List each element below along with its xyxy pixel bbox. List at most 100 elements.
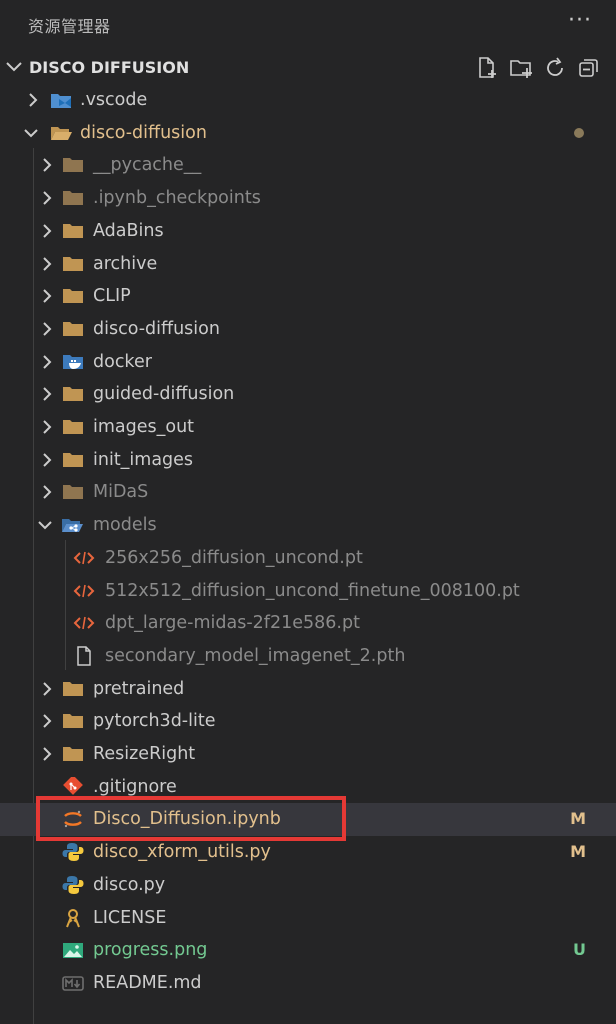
folder-icon (62, 744, 84, 764)
tree-item-label: disco_xform_utils.py (93, 842, 271, 863)
new-folder-button[interactable] (508, 54, 534, 82)
tree-item-vscode-folder[interactable]: .vscode (0, 84, 616, 117)
tree-item-ipynb-checkpoints-folder[interactable]: .ipynb_checkpoints (0, 182, 616, 215)
folder-icon (62, 286, 84, 306)
folder-icon (62, 679, 84, 699)
new-folder-icon (510, 60, 532, 78)
tree-item-label: .vscode (80, 90, 148, 110)
tree-item-label: models (93, 515, 157, 536)
tree-item-model-file[interactable]: 256x256_diffusion_uncond.pt (0, 542, 616, 575)
tree-item-disco-diffusion-folder[interactable]: disco-diffusion (0, 313, 616, 346)
tree-item-label: dpt_large-midas-2f21e586.pt (105, 613, 360, 634)
license-icon (62, 908, 84, 928)
tree-item-disco-diffusion-root[interactable]: disco-diffusion (0, 117, 616, 150)
tree-item-label: pytorch3d-lite (93, 711, 216, 732)
chevron-right-icon (38, 352, 56, 372)
git-icon (62, 774, 84, 797)
tree-item-resizeright-folder[interactable]: ResizeRight (0, 738, 616, 771)
tree-item-midas-folder[interactable]: MiDaS (0, 476, 616, 509)
markdown-icon (62, 973, 84, 993)
tree-item-label: disco-diffusion (93, 318, 220, 339)
more-actions-button[interactable]: ··· (568, 8, 592, 33)
tree-item-pretrained-folder[interactable]: pretrained (0, 673, 616, 706)
python-icon (62, 875, 84, 895)
new-file-button[interactable] (474, 54, 500, 82)
tree-item-label: progress.png (93, 940, 208, 961)
tree-item-notebook-file[interactable]: Disco_Diffusion.ipynb M (0, 803, 616, 837)
folder-icon (62, 188, 84, 208)
tree-item-label: archive (93, 253, 158, 274)
tree-item-image-file[interactable]: progress.png U (0, 934, 616, 967)
tree-item-model-file[interactable]: dpt_large-midas-2f21e586.pt (0, 607, 616, 640)
chevron-down-icon (4, 55, 24, 79)
explorer-title: 资源管理器 (28, 17, 111, 36)
tree-item-pytorch3d-lite-folder[interactable]: pytorch3d-lite (0, 705, 616, 738)
git-status-badge: U (573, 940, 586, 960)
chevron-right-icon (38, 221, 56, 241)
tree-item-gitignore-file[interactable]: .gitignore (0, 771, 616, 804)
folder-icon (62, 155, 84, 175)
tree-item-label: guided-diffusion (93, 384, 235, 405)
jupyter-icon (62, 809, 84, 829)
tree-item-guided-diffusion-folder[interactable]: guided-diffusion (0, 378, 616, 411)
chevron-right-icon (38, 744, 56, 764)
tree-item-label: pretrained (93, 678, 185, 699)
chevron-right-icon (38, 286, 56, 306)
new-file-icon (479, 57, 496, 78)
refresh-icon (547, 57, 563, 76)
workspace-section-header[interactable]: DISCO DIFFUSION (0, 51, 616, 83)
refresh-button[interactable] (542, 54, 568, 82)
tree-item-images-out-folder[interactable]: images_out (0, 411, 616, 444)
tree-item-docker-folder[interactable]: docker (0, 346, 616, 379)
chevron-right-icon (38, 254, 56, 274)
tree-item-markdown-file[interactable]: README.md (0, 967, 616, 1000)
folder-icon (62, 482, 84, 502)
tree-item-model-file[interactable]: secondary_model_imagenet_2.pth (0, 640, 616, 673)
tree-item-label: disco.py (93, 874, 166, 895)
tree-item-python-file[interactable]: disco.py (0, 869, 616, 902)
chevron-right-icon (38, 711, 56, 731)
tree-item-label: .ipynb_checkpoints (93, 188, 261, 209)
tree-item-label: init_images (93, 449, 194, 470)
tree-item-label: CLIP (93, 286, 131, 307)
tree-item-label: __pycache__ (93, 155, 202, 176)
tree-item-archive-folder[interactable]: archive (0, 248, 616, 281)
collapse-all-icon (579, 59, 598, 77)
explorer-panel: 资源管理器 ··· DISCO DIFFUSION .vscode disco-… (0, 0, 616, 1024)
folder-icon (62, 319, 84, 339)
code-file-icon (73, 548, 95, 568)
folder-icon (62, 384, 84, 404)
chevron-right-icon (38, 319, 56, 339)
blank-file-icon (73, 646, 95, 666)
workspace-title: DISCO DIFFUSION (29, 58, 190, 77)
modified-dot-badge (574, 127, 584, 138)
tree-item-models-folder[interactable]: models (0, 509, 616, 542)
tree-item-label: README.md (93, 972, 202, 993)
tree-item-init-images-folder[interactable]: init_images (0, 444, 616, 477)
tree-item-python-file[interactable]: disco_xform_utils.py M (0, 836, 616, 869)
tree-item-clip-folder[interactable]: CLIP (0, 280, 616, 313)
tree-item-pycache-folder[interactable]: __pycache__ (0, 149, 616, 182)
chevron-right-icon (38, 384, 56, 404)
collapse-all-button[interactable] (576, 54, 602, 82)
tree-item-license-file[interactable]: LICENSE (0, 902, 616, 935)
tree-item-label: LICENSE (93, 907, 167, 928)
explorer-toolbar (474, 54, 602, 82)
tree-item-adabins-folder[interactable]: AdaBins (0, 215, 616, 248)
folder-icon (62, 221, 84, 241)
explorer-title-bar: 资源管理器 ··· (0, 0, 616, 50)
docker-folder-icon (62, 352, 84, 372)
chevron-right-icon (38, 188, 56, 208)
folder-icon (62, 450, 84, 470)
tree-item-label: 512x512_diffusion_uncond_finetune_008100… (105, 580, 520, 601)
tree-item-model-file[interactable]: 512x512_diffusion_uncond_finetune_008100… (0, 575, 616, 608)
tree-item-label: docker (93, 351, 152, 372)
python-icon (62, 842, 84, 862)
tree-item-label: ResizeRight (93, 744, 196, 764)
chevron-right-icon (38, 450, 56, 470)
code-file-icon (73, 613, 95, 633)
git-status-badge: M (570, 842, 586, 862)
chevron-down-icon (36, 515, 54, 535)
tree-item-label: AdaBins (93, 220, 164, 241)
chevron-right-icon (38, 155, 56, 175)
